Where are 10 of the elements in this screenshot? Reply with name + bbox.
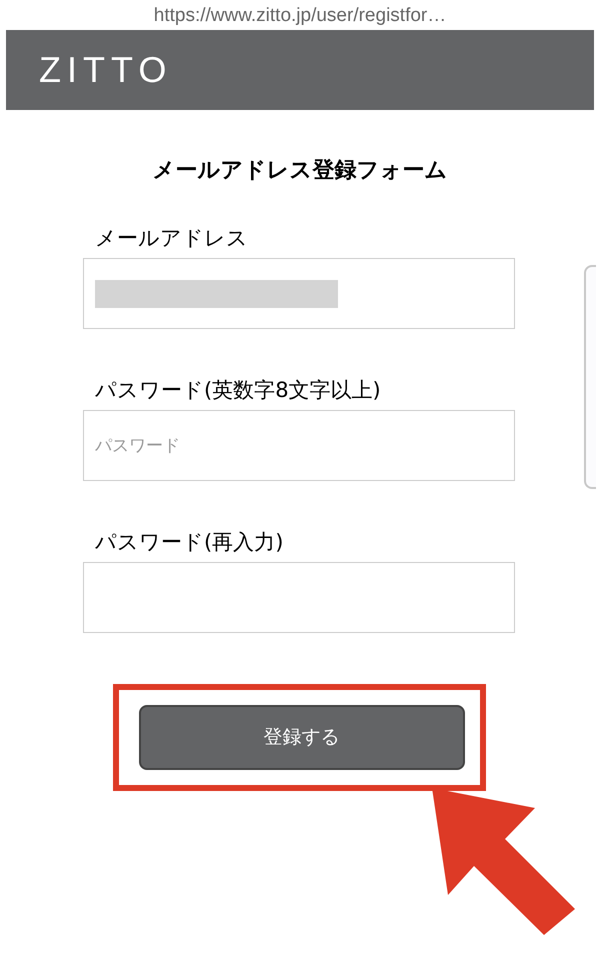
- logo[interactable]: ZITTO: [39, 52, 172, 88]
- register-button[interactable]: 登録する: [138, 705, 464, 770]
- input-field[interactable]: [83, 562, 515, 633]
- field-label: パスワード(英数字8文字以上): [95, 377, 382, 404]
- form-title: メールアドレス登録フォーム: [152, 160, 448, 182]
- field-label: メールアドレス: [95, 225, 249, 252]
- input-field[interactable]: [83, 258, 515, 329]
- address-url: https://www.zitto.jp/user/registfor…: [154, 6, 446, 24]
- field-label: パスワード(再入力): [95, 529, 284, 556]
- input-field[interactable]: パスワード: [83, 410, 515, 481]
